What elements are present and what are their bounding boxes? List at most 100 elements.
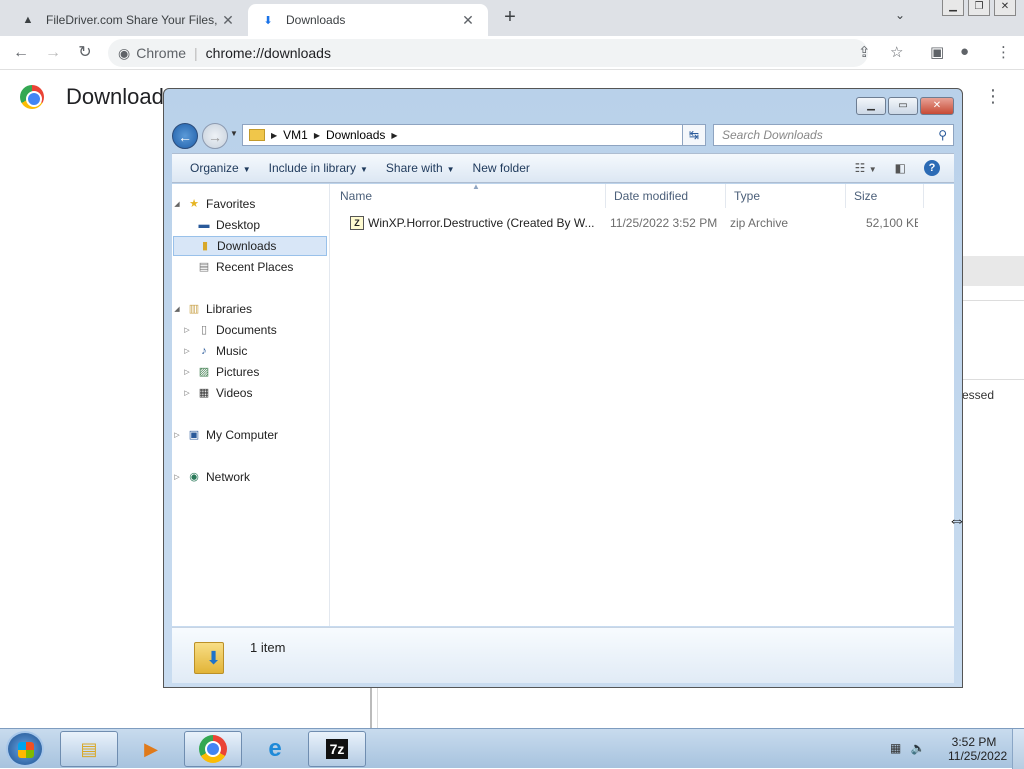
nav-label: Libraries bbox=[206, 302, 253, 316]
nav-label: My Computer bbox=[206, 428, 279, 442]
include-in-library-button[interactable]: Include in library ▼ bbox=[269, 161, 368, 175]
nav-recent-places[interactable]: ▤ Recent Places bbox=[192, 257, 294, 277]
tab-downloads[interactable]: ⬇ Downloads ✕ bbox=[248, 4, 488, 36]
7zip-icon: 7z bbox=[325, 739, 349, 759]
share-with-button[interactable]: Share with ▼ bbox=[386, 161, 455, 175]
minimize-button[interactable]: ▁ bbox=[856, 97, 886, 115]
expand-icon[interactable]: ◢ bbox=[172, 305, 182, 313]
forward-button[interactable]: → bbox=[42, 42, 64, 64]
help-icon[interactable]: ? bbox=[924, 160, 940, 176]
organize-button[interactable]: Organize ▼ bbox=[190, 161, 251, 175]
close-button[interactable]: ✕ bbox=[994, 0, 1016, 16]
column-header-date[interactable]: Date modified bbox=[606, 184, 726, 208]
expand-icon[interactable]: ▷ bbox=[172, 431, 182, 439]
expand-icon[interactable]: ▷ bbox=[182, 326, 192, 334]
desktop-icon: ▬ bbox=[198, 219, 210, 231]
start-button[interactable] bbox=[6, 731, 44, 767]
column-header-name[interactable]: ▲ Name bbox=[332, 182, 606, 208]
downloads-folder-icon: ▮ bbox=[201, 240, 209, 252]
pictures-icon: ▨ bbox=[198, 366, 210, 378]
downloads-menu-icon[interactable]: ⋮ bbox=[984, 86, 1002, 107]
side-panel-icon[interactable]: ▣ bbox=[930, 43, 944, 61]
restore-button[interactable]: ❐ bbox=[968, 0, 990, 16]
chevron-right-icon[interactable]: ▶ bbox=[271, 131, 277, 140]
downloads-folder-large-icon: ⬇ bbox=[192, 634, 226, 674]
nav-label: Videos bbox=[216, 386, 253, 400]
close-icon[interactable]: ✕ bbox=[460, 12, 476, 29]
chevron-right-icon[interactable]: ▶ bbox=[391, 131, 397, 140]
network-tray-icon[interactable]: ▦ bbox=[890, 741, 901, 755]
nav-label: Pictures bbox=[216, 365, 260, 379]
expand-icon[interactable]: ▷ bbox=[182, 347, 192, 355]
close-button[interactable]: ✕ bbox=[920, 97, 954, 115]
taskbar-media-player[interactable]: ▶ bbox=[122, 731, 180, 767]
details-pane: ⬇ 1 item bbox=[172, 627, 954, 683]
nav-favorites[interactable]: ◢ ★ Favorites bbox=[172, 194, 255, 214]
file-row[interactable]: Z WinXP.Horror.Destructive (Created By W.… bbox=[332, 212, 954, 234]
breadcrumb-downloads[interactable]: Downloads bbox=[326, 128, 385, 142]
nav-pictures[interactable]: ▷ ▨ Pictures bbox=[182, 362, 259, 382]
profile-avatar[interactable]: ● bbox=[960, 43, 969, 60]
volume-icon[interactable]: 🔈 bbox=[911, 741, 926, 755]
preview-pane-icon[interactable]: ◧ bbox=[895, 161, 906, 175]
share-icon[interactable]: ⇪ bbox=[858, 43, 871, 61]
breadcrumb-vm1[interactable]: VM1 bbox=[283, 128, 308, 142]
system-tray: ▦ 🔈 bbox=[890, 741, 926, 755]
clock-date: 11/25/2022 bbox=[948, 749, 1008, 763]
nav-desktop[interactable]: ▬ Desktop bbox=[192, 215, 261, 235]
address-bar[interactable]: ▶ VM1 ▶ Downloads ▶ ▼ bbox=[242, 124, 704, 146]
taskbar-chrome[interactable] bbox=[184, 731, 242, 767]
nav-music[interactable]: ▷ ♪ Music bbox=[182, 341, 247, 361]
nav-documents[interactable]: ▷ ▯ Documents bbox=[182, 320, 277, 340]
expand-icon[interactable]: ▷ bbox=[182, 389, 192, 397]
file-list: ▲ Name Date modified Type Size Z WinXP.Ho… bbox=[332, 182, 954, 626]
expand-icon[interactable]: ◢ bbox=[172, 200, 182, 208]
nav-libraries[interactable]: ◢ ▥ Libraries bbox=[172, 299, 252, 319]
back-button[interactable]: ← bbox=[172, 123, 198, 149]
nav-label: Recent Places bbox=[216, 260, 294, 274]
expand-icon[interactable]: ▷ bbox=[172, 473, 182, 481]
tab-title: Downloads bbox=[286, 13, 346, 27]
explorer-window: ▁ ▭ ✕ ← → ▼ ▶ VM1 ▶ Downloads ▶ ▼ ↹ Sear… bbox=[163, 88, 963, 688]
expand-icon[interactable]: ▷ bbox=[182, 368, 192, 376]
nav-network[interactable]: ▷ ◉ Network bbox=[172, 467, 250, 487]
recent-pages-dropdown[interactable]: ▼ bbox=[230, 129, 238, 138]
search-icon[interactable]: ⚲ bbox=[938, 125, 947, 145]
close-icon[interactable]: ✕ bbox=[220, 12, 236, 29]
new-tab-button[interactable]: + bbox=[498, 6, 522, 30]
back-button[interactable]: ← bbox=[10, 42, 32, 64]
search-placeholder: Search Downloads bbox=[722, 128, 823, 142]
tab-search-icon[interactable]: ⌄ bbox=[895, 8, 905, 22]
tab-filedriver[interactable]: ▲ FileDriver.com Share Your Files, G ✕ bbox=[8, 4, 248, 36]
refresh-button[interactable]: ↹ bbox=[682, 124, 706, 146]
nav-label: Documents bbox=[216, 323, 277, 337]
search-input[interactable]: Search Downloads ⚲ bbox=[713, 124, 954, 146]
change-view-icon[interactable]: ☷ ▼ bbox=[855, 161, 877, 175]
nav-label: Music bbox=[216, 344, 248, 358]
nav-my-computer[interactable]: ▷ ▣ My Computer bbox=[172, 425, 278, 445]
bookmark-star-icon[interactable]: ☆ bbox=[890, 43, 903, 61]
file-type: zip Archive bbox=[730, 216, 789, 230]
star-icon: ★ bbox=[189, 198, 199, 210]
folder-icon: ▤ bbox=[80, 738, 98, 759]
reload-button[interactable]: ↻ bbox=[74, 42, 96, 64]
new-folder-button[interactable]: New folder bbox=[473, 161, 530, 175]
file-name-cell: Z WinXP.Horror.Destructive (Created By W.… bbox=[350, 216, 606, 231]
taskbar-explorer[interactable]: ▤ bbox=[60, 731, 118, 767]
background-divider bbox=[370, 688, 378, 728]
minimize-button[interactable]: ▁ bbox=[942, 0, 964, 16]
menu-icon[interactable]: ⋮ bbox=[996, 43, 1011, 61]
maximize-button[interactable]: ▭ bbox=[888, 97, 918, 115]
forward-button[interactable]: → bbox=[202, 123, 228, 149]
chevron-right-icon[interactable]: ▶ bbox=[314, 131, 320, 140]
url-text: chrome://downloads bbox=[205, 45, 331, 61]
clock[interactable]: 3:52 PM 11/25/2022 bbox=[948, 735, 1008, 763]
nav-downloads[interactable]: ▮ Downloads bbox=[173, 236, 327, 256]
nav-videos[interactable]: ▷ ▦ Videos bbox=[182, 383, 252, 403]
show-desktop-button[interactable] bbox=[1012, 729, 1024, 769]
taskbar-internet-explorer[interactable]: e bbox=[246, 731, 304, 767]
address-bar[interactable]: ◉ Chrome | chrome://downloads bbox=[108, 39, 868, 67]
column-header-size[interactable]: Size bbox=[846, 184, 924, 208]
taskbar-7zip[interactable]: 7z bbox=[308, 731, 366, 767]
column-header-type[interactable]: Type bbox=[726, 184, 846, 208]
